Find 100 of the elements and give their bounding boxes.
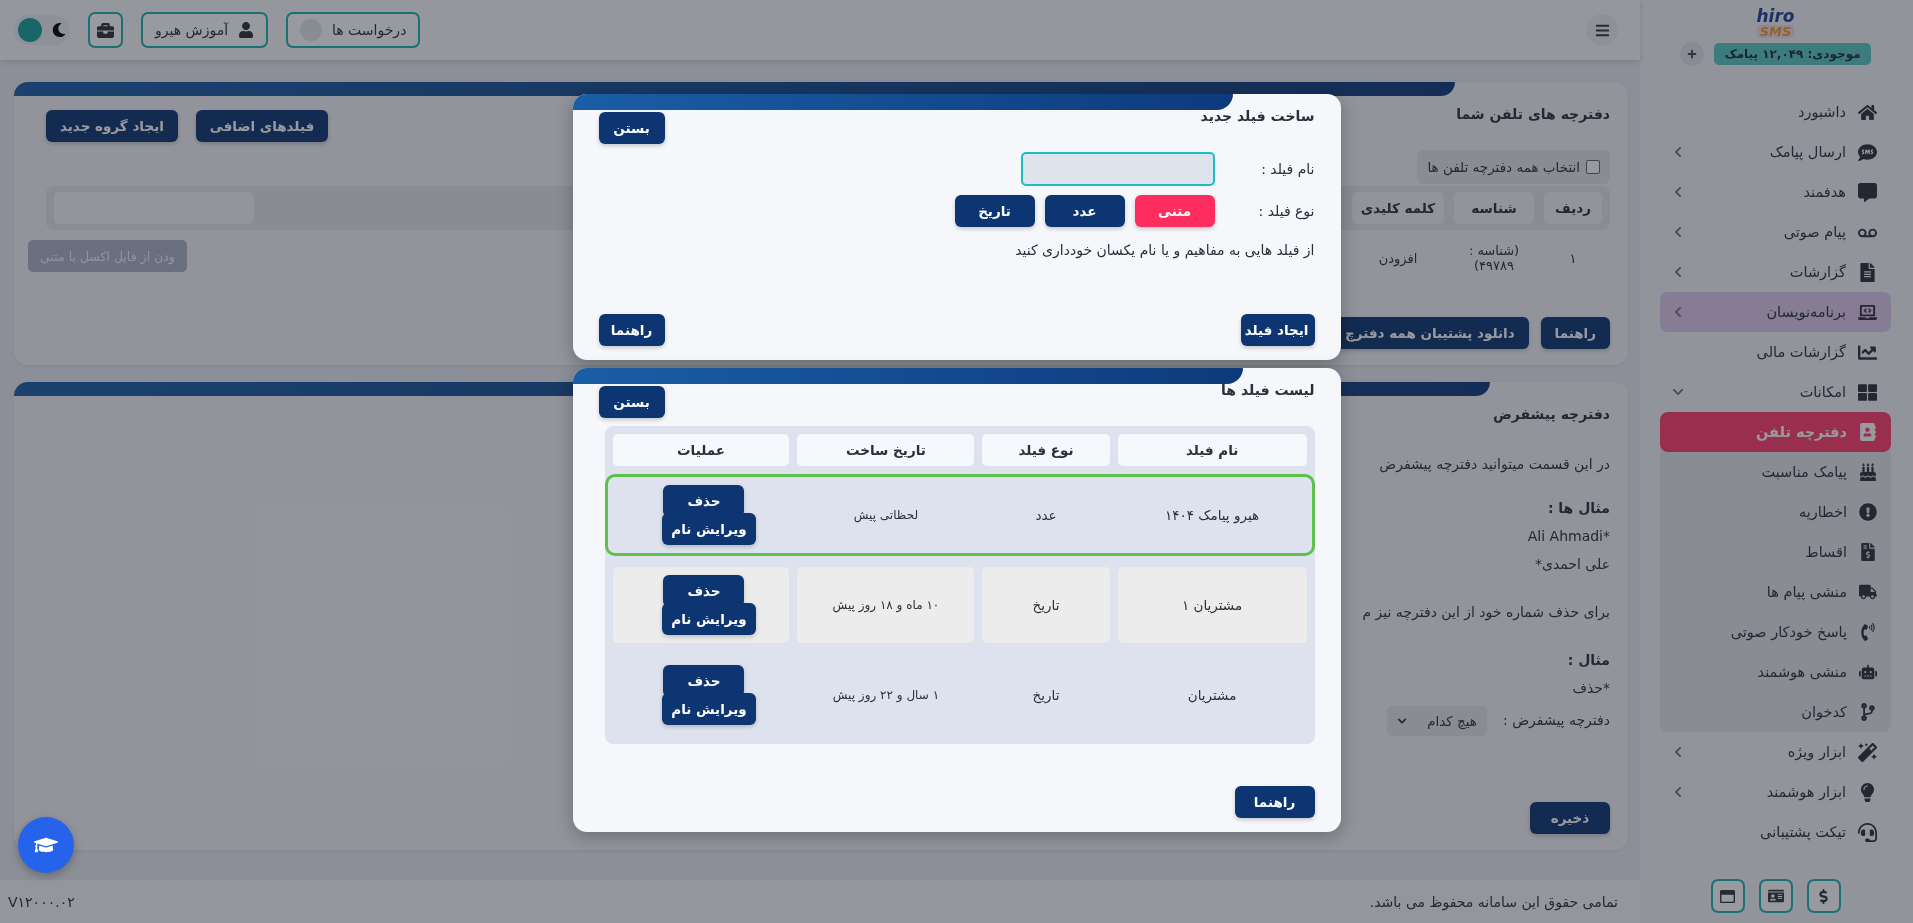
nav-item[interactable]: منشی هوشمند <box>1660 652 1891 692</box>
intro-text: در این قسمت میتوانید دفترچه پیشفرض <box>1379 455 1610 475</box>
help-button[interactable]: راهنما <box>1234 786 1315 818</box>
table-row[interactable]: هیرو پیامک ۱۴۰۴ عدد لحظاتی پیش حذف ویرایش نام <box>604 474 1315 556</box>
sms-icon <box>1858 142 1877 162</box>
create-button[interactable]: ایجاد فیلد <box>1240 314 1315 346</box>
id-card-icon <box>1767 888 1784 904</box>
table-row[interactable]: مشتریان ۱ تاریخ ۱۰ ماه و ۱۸ روز پیش حذف ویرایش نام <box>604 564 1315 646</box>
column-header: کلمه کلیدی <box>1352 192 1444 224</box>
requests-button[interactable]: درخواست ها <box>286 12 421 48</box>
save-button[interactable]: ذخیره <box>1530 802 1610 834</box>
type-option[interactable]: عدد <box>1044 195 1125 227</box>
nav-item[interactable]: کدخوان <box>1660 692 1891 732</box>
nav-item[interactable]: داشبورد <box>1660 92 1891 132</box>
type-option[interactable]: تاریخ <box>954 195 1035 227</box>
example-text: علی احمدی* <box>1534 555 1610 574</box>
phonebook-select[interactable]: هیچ کدام <box>1387 706 1487 736</box>
column-header: نام فیلد <box>1117 434 1307 466</box>
name-field[interactable] <box>1020 152 1215 186</box>
table-cell-text: مشتریان <box>1186 686 1238 706</box>
nav-item[interactable]: منشی پیام ها <box>1660 572 1891 612</box>
close-button[interactable]: بستن <box>598 112 665 144</box>
menu-button[interactable] <box>1586 14 1618 46</box>
action-button[interactable]: ایجاد گروه جدید <box>46 110 178 142</box>
report-icon <box>1858 262 1877 282</box>
id-card-button[interactable] <box>1758 879 1793 913</box>
dialog-title: لیست فیلد ها <box>1221 382 1315 398</box>
moon-icon <box>52 23 66 37</box>
rename-button[interactable]: ویرایش نام <box>662 693 756 725</box>
lightbulb-icon <box>1858 782 1877 802</box>
chart-icon <box>1858 342 1877 362</box>
nav-item[interactable]: گزارشات <box>1660 252 1891 292</box>
table-cell: تاریخ <box>982 567 1110 643</box>
hint-text: از فیلد هایی به مفاهیم و یا نام یکسان خودداری کنید <box>1014 242 1315 258</box>
address-book-icon <box>1859 423 1877 441</box>
nav-item[interactable]: اخطاریه <box>1660 492 1891 532</box>
user-icon <box>238 22 254 38</box>
tutorial-button[interactable] <box>18 817 74 873</box>
copyright-text: تمامی حقوق این سامانه محفوظ می باشد. <box>1369 893 1618 910</box>
nav-item[interactable]: امکانات <box>1660 372 1891 412</box>
field-label: نام فیلد : <box>1260 161 1315 177</box>
table-row[interactable]: مشتریان تاریخ ۱ سال و ۲۲ روز پیش حذف ویرایش نام <box>604 654 1315 736</box>
plus-icon <box>1687 49 1698 59</box>
column-header: نوع فیلد <box>982 434 1110 466</box>
version-text: V۱۲۰۰۰.۰۲ <box>8 893 75 910</box>
nav-item[interactable]: پیام صوتی <box>1660 212 1891 252</box>
examples-heading: مثال ها : <box>1547 499 1610 518</box>
help-button[interactable]: راهنما <box>598 314 665 346</box>
type-option[interactable]: متنی <box>1134 195 1215 227</box>
table-cell-text: افزودن <box>1377 249 1419 269</box>
truck-icon <box>1859 583 1877 601</box>
example-text: *Ali Ahmadi <box>1527 527 1610 546</box>
cake-icon <box>1859 463 1877 481</box>
dialog-title: ساخت فیلد جدید <box>1200 108 1315 124</box>
field-label: نوع فیلد : <box>1257 203 1315 219</box>
card-title: دفترچه پیشفرض <box>1491 406 1610 422</box>
select-all-checkbox[interactable]: انتخاب همه دفترچه تلفن ها <box>1417 150 1610 184</box>
nav-item[interactable]: ابزار ویژه <box>1660 732 1891 772</box>
window-button[interactable] <box>1710 879 1745 913</box>
nav-item[interactable]: هدفمند <box>1660 172 1891 212</box>
card-title: دفترچه های تلفن شما <box>1456 106 1610 122</box>
column-header: عملیات <box>612 434 790 466</box>
exclamation-icon <box>1859 503 1877 521</box>
column-header: ردیف <box>1544 192 1602 224</box>
home-icon <box>1858 102 1877 122</box>
nav-item[interactable]: دفترچه تلفن <box>1660 412 1891 452</box>
briefcase-button[interactable] <box>88 12 123 48</box>
column-header: شناسه <box>1454 192 1534 224</box>
robot-icon <box>1859 663 1877 681</box>
rename-button[interactable]: ویرایش نام <box>662 513 756 545</box>
rename-button[interactable]: ویرایش نام <box>662 603 756 635</box>
sparkle-icon <box>1858 742 1877 762</box>
nav-item[interactable]: ابزار هوشمند <box>1660 772 1891 812</box>
action-button[interactable]: راهنما <box>1540 317 1610 349</box>
nav-item[interactable]: پاسخ خودکار صوتی <box>1660 612 1891 652</box>
headset-icon <box>1858 822 1877 842</box>
training-button[interactable]: آموزش هیرو <box>141 12 268 48</box>
column-header: تاریخ ساخت <box>797 434 975 466</box>
laptop-code-icon <box>1858 302 1877 322</box>
table-cell-text: تاریخ <box>1031 686 1061 706</box>
checkbox[interactable] <box>1586 160 1600 174</box>
nav-item[interactable]: ارسال پیامک <box>1660 132 1891 172</box>
nav-item[interactable]: برنامه‌نویسان <box>1660 292 1891 332</box>
remove-note: برای حذف شماره خود از این دفترچه نیز م <box>1362 603 1610 623</box>
action-button[interactable]: فیلدهای اضافی <box>195 110 329 142</box>
nav-item[interactable]: پیامک مناسبت <box>1660 452 1891 492</box>
logo: hiro SMS <box>1756 8 1795 38</box>
table-cell: مشتریان ۱ <box>1117 567 1307 643</box>
branch-icon <box>1859 703 1877 721</box>
speech-bubble-icon <box>1858 182 1877 202</box>
dollar-button[interactable] <box>1806 879 1841 913</box>
nav-item[interactable]: گزارشات مالی <box>1660 332 1891 372</box>
close-button[interactable]: بستن <box>598 386 665 418</box>
nav-item[interactable]: تیکت پشتیبانی <box>1660 812 1891 852</box>
nav-item[interactable]: اقساط <box>1660 532 1891 572</box>
theme-toggle[interactable] <box>14 15 70 45</box>
add-button[interactable] <box>1680 42 1705 66</box>
select-label: دفترچه پیشفرض : <box>1503 711 1610 731</box>
grid-icon <box>1858 382 1877 402</box>
example-text: *حذف <box>1572 679 1610 698</box>
